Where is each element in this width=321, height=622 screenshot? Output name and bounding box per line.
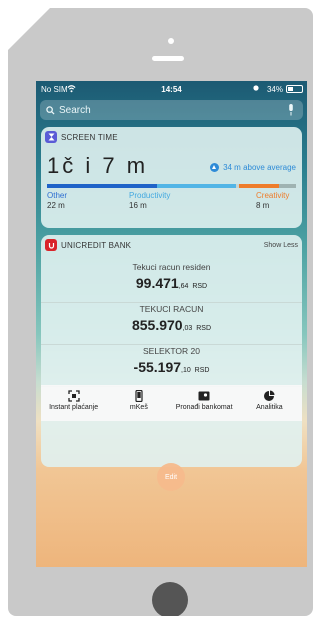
unicredit-title: UNICREDIT BANK	[61, 240, 132, 250]
screen-time-header: SCREEN TIME	[41, 127, 302, 147]
search-input[interactable]: Search	[40, 100, 303, 120]
map-icon	[198, 391, 210, 401]
account-row[interactable]: SELEKTOR 20 -55.197,10 RSD	[41, 339, 302, 387]
balance-decimals: ,10	[181, 367, 191, 374]
quick-actions: Instant plaćanje mKeš Pronađi bankomat A…	[41, 385, 302, 421]
action-label: Instant plaćanje	[49, 404, 99, 411]
unicredit-logo-icon	[45, 239, 57, 251]
balance-decimals: ,64	[178, 283, 189, 290]
search-placeholder: Search	[59, 104, 91, 116]
balance-integer: -55.197	[133, 359, 182, 375]
balance-currency: RSD	[196, 325, 211, 332]
pie-chart-icon	[264, 390, 275, 401]
category-value: 8 m	[256, 201, 270, 210]
account-balance: 855.970,03 RSD	[41, 317, 302, 333]
home-button[interactable]	[152, 582, 188, 616]
screen-time-total: 1č i 7 m	[47, 153, 149, 178]
category-creativity: Creativity 8 m	[256, 191, 289, 211]
action-label: Pronađi bankomat	[175, 404, 233, 411]
usage-bar-segment	[238, 184, 279, 188]
action-label: mKeš	[129, 404, 148, 411]
category-productivity: Productivity 16 m	[129, 191, 170, 211]
device-screen: No SIM 14:54 34% Search SCREEN TIME 1č i…	[36, 81, 307, 567]
balance-currency: RSD	[194, 367, 210, 374]
unicredit-header: UNICREDIT BANK Show Less	[41, 235, 302, 255]
unicredit-widget: UNICREDIT BANK Show Less Tekuci racun re…	[41, 235, 302, 467]
hourglass-icon	[45, 131, 57, 143]
category-label: Other	[47, 191, 68, 200]
status-bar: No SIM 14:54 34%	[36, 81, 307, 97]
balance-currency: RSD	[192, 283, 208, 290]
qr-scan-icon	[67, 390, 80, 402]
above-average-text: 34 m above average	[223, 163, 296, 172]
category-value: 22 m	[47, 201, 65, 210]
account-balance: -55.197,10 RSD	[41, 359, 302, 375]
battery-percent: 34%	[266, 85, 283, 94]
account-row[interactable]: Tekuci racun residen 99.471,64 RSD	[41, 255, 302, 303]
account-name: SELEKTOR 20	[142, 346, 200, 356]
usage-bar-segment	[47, 184, 157, 188]
account-balance: 99.471,64 RSD	[41, 275, 302, 291]
show-less-button[interactable]: Show Less	[264, 242, 298, 249]
account-name: TEKUCI RACUN	[139, 304, 204, 314]
account-row[interactable]: TEKUCI RACUN 855.970,03 RSD	[41, 297, 302, 345]
balance-integer: 855.970	[131, 317, 183, 333]
search-icon	[46, 105, 55, 115]
usage-bar-segment	[156, 184, 237, 188]
account-name: Tekuci racun residen	[132, 262, 211, 272]
alarm-icon	[253, 85, 259, 91]
balance-integer: 99.471	[135, 275, 179, 291]
mkes-button[interactable]: mKeš	[106, 385, 171, 421]
category-label: Productivity	[129, 191, 171, 200]
speaker-grille	[152, 56, 184, 61]
action-label: Analitika	[256, 404, 283, 411]
arrow-up-icon	[210, 163, 220, 172]
phone-icon	[135, 390, 143, 402]
camera-icon	[168, 38, 174, 44]
balance-decimals: ,03	[182, 325, 193, 332]
edit-button[interactable]: Edit	[157, 463, 185, 491]
usage-bar	[47, 184, 296, 188]
category-label: Creativity	[256, 191, 290, 200]
instant-payment-button[interactable]: Instant plaćanje	[41, 385, 106, 421]
above-average-indicator: 34 m above average	[210, 163, 296, 172]
category-value: 16 m	[129, 201, 147, 210]
analytics-button[interactable]: Analitika	[237, 385, 302, 421]
usage-bar-segment	[278, 184, 296, 188]
phone-frame: No SIM 14:54 34% Search SCREEN TIME 1č i…	[8, 8, 313, 616]
microphone-icon[interactable]	[288, 104, 294, 116]
category-other: Other 22 m	[47, 191, 67, 211]
screen-time-widget[interactable]: SCREEN TIME 1č i 7 m 34 m above average …	[41, 127, 302, 228]
battery-icon	[286, 85, 303, 93]
find-atm-button[interactable]: Pronađi bankomat	[172, 385, 237, 421]
screen-time-title: SCREEN TIME	[61, 132, 118, 142]
